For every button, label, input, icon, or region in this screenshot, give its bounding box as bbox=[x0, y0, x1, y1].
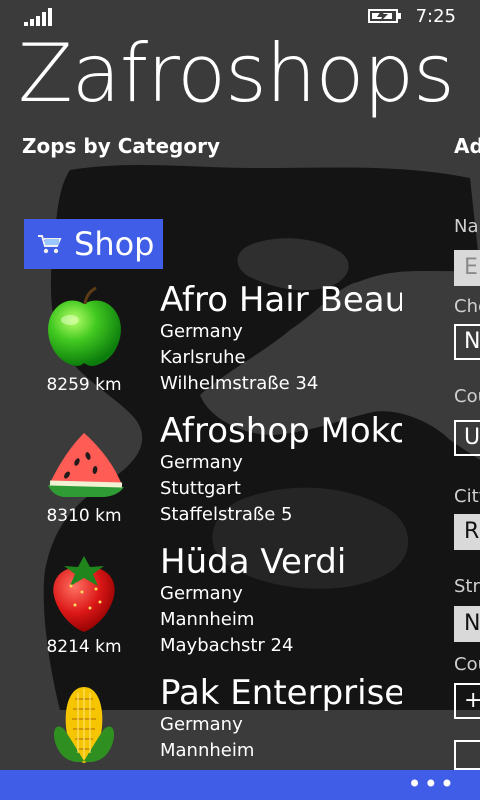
shop-distance: 8259 km bbox=[46, 375, 122, 395]
shop-name: Afroshop Moko bbox=[160, 411, 402, 451]
shop-street: Wilhelmstraße 34 bbox=[160, 373, 319, 394]
shop-name: Hüda Verdi bbox=[160, 542, 347, 582]
name-label: Na bbox=[454, 216, 479, 237]
category-section-title: Zops by Category bbox=[22, 134, 220, 158]
green-apple-icon bbox=[48, 286, 121, 366]
shop-list-item-pak-enterprises[interactable]: Pak Enterprises Germany Mannheim bbox=[0, 669, 420, 771]
shop-city: Mannheim bbox=[160, 740, 255, 761]
shopping-cart-icon bbox=[38, 235, 62, 254]
shop-country: Germany bbox=[160, 321, 243, 342]
shop-country: Germany bbox=[160, 452, 243, 473]
count-add-button[interactable]: + bbox=[454, 683, 480, 719]
choice-label: Che bbox=[454, 296, 480, 317]
watermelon-slice-icon bbox=[48, 433, 124, 497]
shop-city: Stuttgart bbox=[160, 478, 241, 499]
shop-name: Pak Enterprises bbox=[160, 673, 402, 713]
count-label: Cou bbox=[454, 654, 480, 675]
screen: 7:25 Zafroshops Zops by Category Ad Shop bbox=[0, 0, 480, 800]
choice-select[interactable]: N bbox=[454, 324, 480, 360]
shop-distance: 8310 km bbox=[46, 506, 122, 526]
city-input[interactable]: R bbox=[454, 514, 480, 550]
shop-country: Germany bbox=[160, 714, 243, 735]
app-bar: ••• bbox=[0, 770, 480, 800]
street-label: Stre bbox=[454, 576, 480, 597]
right-pane-title: Ad bbox=[454, 134, 480, 158]
shop-street: Maybachstr 24 bbox=[160, 635, 294, 656]
more-button[interactable]: ••• bbox=[408, 770, 456, 798]
shop-country: Germany bbox=[160, 583, 243, 604]
battery-charging-icon bbox=[368, 9, 401, 23]
shop-category-label: Shop bbox=[74, 225, 155, 263]
shop-list-item-afro-hair-beauty[interactable]: 8259 km Afro Hair Beauty Germany Karlsru… bbox=[0, 276, 420, 404]
country-label: Cou bbox=[454, 386, 480, 407]
shop-list: 8259 km Afro Hair Beauty Germany Karlsru… bbox=[0, 276, 420, 771]
shop-category-button[interactable]: Shop bbox=[24, 219, 163, 269]
street-input[interactable]: N bbox=[454, 606, 480, 642]
extra-field[interactable] bbox=[454, 740, 480, 770]
shop-distance: 8214 km bbox=[46, 637, 122, 657]
strawberry-icon bbox=[53, 556, 115, 632]
app-title: Zafroshops bbox=[18, 27, 455, 120]
country-select[interactable]: U bbox=[454, 420, 480, 456]
shop-list-item-huda-verdi[interactable]: 8214 km Hüda Verdi Germany Mannheim Mayb… bbox=[0, 538, 420, 666]
shop-name: Afro Hair Beauty bbox=[160, 280, 402, 320]
corn-icon bbox=[53, 687, 115, 763]
shop-list-item-afroshop-moko[interactable]: 8310 km Afroshop Moko Germany Stuttgart … bbox=[0, 407, 420, 535]
shop-street: Staffelstraße 5 bbox=[160, 504, 293, 525]
shop-city: Mannheim bbox=[160, 609, 255, 630]
city-label: City bbox=[454, 486, 480, 507]
shop-city: Karlsruhe bbox=[160, 347, 246, 368]
name-input[interactable]: E bbox=[454, 250, 480, 286]
